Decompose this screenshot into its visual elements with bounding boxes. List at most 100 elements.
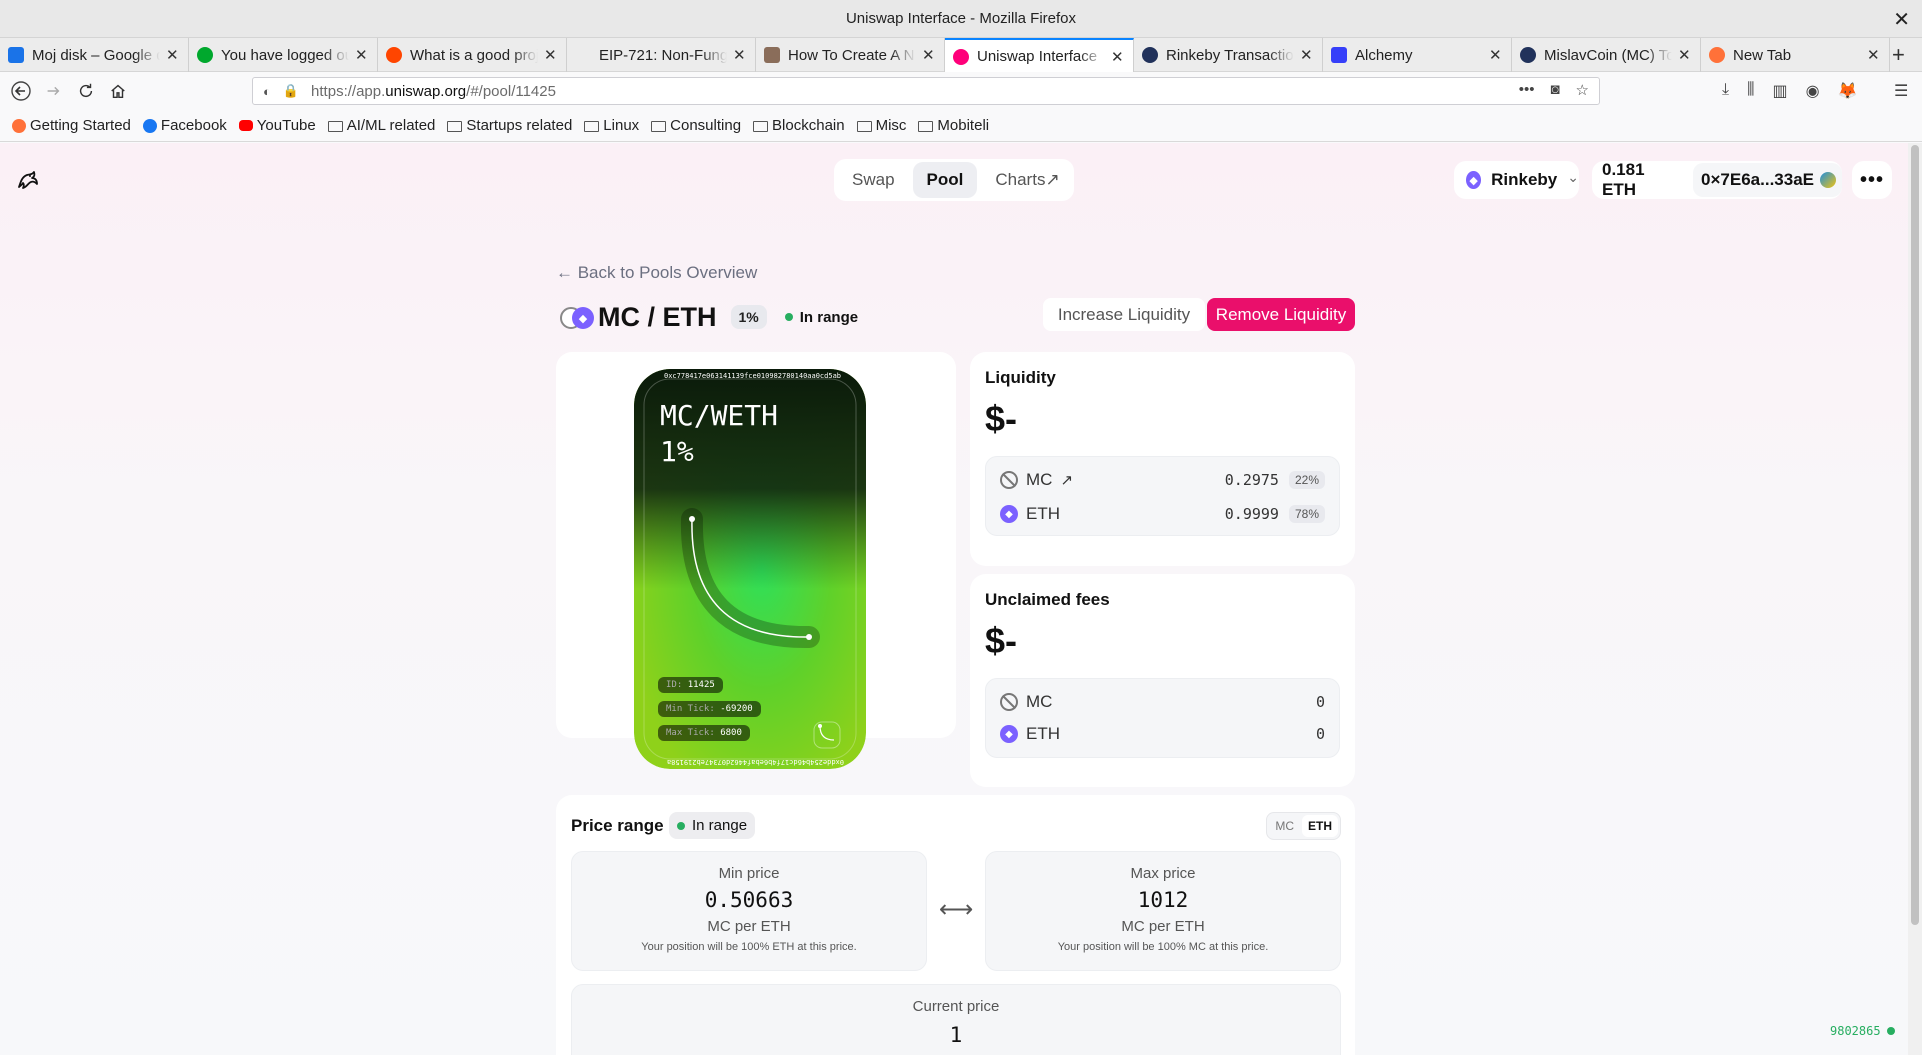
hamburger-menu-icon[interactable]: ☰ <box>1894 81 1908 101</box>
tab[interactable]: What is a good proj ✕ <box>378 38 567 72</box>
back-to-pools-link[interactable]: ← Back to Pools Overview <box>556 263 757 283</box>
tab-bar: Moj disk – Google d ✕ You have logged ou ✕… <box>0 38 1922 73</box>
nav-charts[interactable]: Charts↗ <box>981 162 1073 198</box>
tab[interactable]: Moj disk – Google d ✕ <box>0 38 189 72</box>
bookmark-facebook[interactable]: Facebook <box>142 117 227 134</box>
account-icon[interactable]: ◉ <box>1806 81 1820 101</box>
bookmark-folder-misc[interactable]: Misc <box>856 117 906 134</box>
token-amount: 0.9999 <box>1224 505 1279 523</box>
toggle-eth[interactable]: ETH <box>1302 815 1338 837</box>
tab-close-icon[interactable]: ✕ <box>1300 46 1314 64</box>
more-menu-button[interactable]: ••• <box>1852 161 1892 199</box>
tab[interactable]: Alchemy ✕ <box>1323 38 1512 72</box>
bookmark-folder-linux[interactable]: Linux <box>584 117 639 134</box>
tab[interactable]: You have logged ou ✕ <box>189 38 378 72</box>
tab-active[interactable]: Uniswap Interface ✕ <box>945 38 1134 73</box>
fees-title: Unclaimed fees <box>985 590 1110 609</box>
position-nft-image[interactable]: 0xc778417e063141139fce010982780140aa0cd5… <box>634 369 866 769</box>
tab-close-icon[interactable]: ✕ <box>1867 46 1881 64</box>
tab-close-icon[interactable]: ✕ <box>922 46 936 64</box>
max-price-note: Your position will be 100% MC at this pr… <box>1057 941 1269 953</box>
wallet-account[interactable]: 0.181 ETH 0×7E6a...33aE <box>1592 160 1842 199</box>
back-arrow-icon[interactable] <box>8 78 34 104</box>
youtube-icon <box>238 120 253 131</box>
liquidity-row-eth: ◆ ETH 0.9999 78% <box>1000 502 1325 526</box>
nav-pool[interactable]: Pool <box>912 162 978 198</box>
tab-close-icon[interactable]: ✕ <box>1111 48 1125 66</box>
tab[interactable]: EIP-721: Non-Fungib ✕ <box>567 38 756 72</box>
tab[interactable]: How To Create A N ✕ <box>756 38 945 72</box>
new-tab-button[interactable]: + <box>1892 42 1905 68</box>
downloads-icon[interactable]: ⤓ <box>1722 81 1729 101</box>
external-link-icon[interactable]: ↗ <box>1060 471 1073 489</box>
tracking-shield-icon[interactable]: ◐ <box>263 84 271 99</box>
metamask-fox-icon[interactable]: 🦊 <box>1838 81 1858 101</box>
bookmark-folder-ai-ml[interactable]: AI/ML related <box>327 117 435 134</box>
current-price-value: 1 <box>949 1023 963 1047</box>
nft-min-tick-pill: Min Tick: -69200 <box>658 701 761 717</box>
window-title: Uniswap Interface - Mozilla Firefox <box>845 10 1077 27</box>
toggle-mc[interactable]: MC <box>1269 815 1300 837</box>
tab-close-icon[interactable]: ✕ <box>355 46 369 64</box>
network-selector[interactable]: ◆ Rinkeby ⌄ <box>1454 161 1579 199</box>
lock-icon[interactable]: 🔒 <box>283 83 299 99</box>
tab[interactable]: New Tab ✕ <box>1701 38 1890 72</box>
fees-row-eth: ◆ ETH 0 <box>1000 722 1325 746</box>
scrollbar-thumb[interactable] <box>1911 145 1919 925</box>
home-icon[interactable] <box>105 78 131 104</box>
window-close-icon[interactable]: ✕ <box>1893 7 1910 32</box>
sidebar-icon[interactable]: ▥ <box>1772 81 1787 101</box>
ethereum-icon: ◆ <box>1466 171 1482 189</box>
nav-swap[interactable]: Swap <box>838 162 909 198</box>
article-thumbnail-icon <box>764 47 780 63</box>
reload-icon[interactable] <box>73 78 99 104</box>
min-price-note: Your position will be 100% ETH at this p… <box>641 941 857 953</box>
tab-close-icon[interactable]: ✕ <box>544 46 558 64</box>
tab-label: Alchemy <box>1355 46 1413 64</box>
pocket-icon[interactable]: ◙ <box>1550 81 1559 99</box>
eth-token-icon: ◆ <box>1000 725 1018 743</box>
tab-close-icon[interactable]: ✕ <box>733 46 747 64</box>
uniswap-unicorn-logo-icon[interactable] <box>14 165 42 200</box>
eth-token-icon: ◆ <box>1000 505 1018 523</box>
tab-close-icon[interactable]: ✕ <box>166 46 180 64</box>
tab-close-icon[interactable]: ✕ <box>1489 46 1503 64</box>
forward-arrow-icon[interactable] <box>40 78 66 104</box>
evernote-icon <box>197 47 213 63</box>
tab[interactable]: Rinkeby Transaction ✕ <box>1134 38 1323 72</box>
unclaimed-fees-card: Unclaimed fees $- MC 0 ◆ ETH 0 <box>970 574 1355 787</box>
bookmark-youtube[interactable]: YouTube <box>238 117 316 134</box>
price-unit-toggle: MC ETH <box>1266 812 1341 840</box>
token-amount: 0.2975 <box>1224 471 1279 489</box>
tab-label: EIP-721: Non-Fungib <box>599 46 727 64</box>
pair-name: MC / ETH <box>598 301 717 332</box>
tab-close-icon[interactable]: ✕ <box>1678 46 1692 64</box>
etherscan-icon <box>1520 47 1536 63</box>
fee-amount: 0 <box>1315 693 1325 711</box>
tab-label: You have logged ou <box>221 46 349 64</box>
bookmark-folder-mobiteli[interactable]: Mobiteli <box>918 117 989 134</box>
folder-icon <box>327 121 343 132</box>
nav-toolbar: ◐ 🔒 https://app.uniswap.org/#/pool/11425… <box>0 72 1922 110</box>
bookmark-folder-consulting[interactable]: Consulting <box>651 117 741 134</box>
page-actions-icon[interactable]: ••• <box>1519 81 1535 99</box>
remove-liquidity-button[interactable]: Remove Liquidity <box>1207 298 1355 331</box>
double-arrow-icon: ⟷ <box>939 896 974 923</box>
url-text[interactable]: https://app.uniswap.org/#/pool/11425 <box>311 83 556 100</box>
wallet-address-button[interactable]: 0×7E6a...33aE <box>1693 163 1842 197</box>
status-dot <box>784 313 793 321</box>
library-icon[interactable]: ⫼ <box>1747 81 1754 101</box>
range-status-badge: In range <box>669 812 756 839</box>
tab[interactable]: MislavCoin (MC) To ✕ <box>1512 38 1701 72</box>
bookmark-folder-startups[interactable]: Startups related <box>447 117 572 134</box>
uniswap-page: Swap Pool Charts↗ ◆ Rinkeby ⌄ 0.181 ETH … <box>0 143 1908 1055</box>
url-bar[interactable]: ◐ 🔒 https://app.uniswap.org/#/pool/11425… <box>252 77 1600 105</box>
sync-status-dot <box>1886 1027 1895 1035</box>
page-scrollbar[interactable] <box>1908 143 1922 1055</box>
block-number-indicator[interactable]: 9802865 <box>1830 1024 1895 1038</box>
folder-icon <box>856 121 872 132</box>
bookmark-star-icon[interactable]: ☆ <box>1576 81 1589 99</box>
bookmark-getting-started[interactable]: Getting Started <box>12 117 131 134</box>
increase-liquidity-button[interactable]: Increase Liquidity <box>1043 298 1205 331</box>
bookmark-folder-blockchain[interactable]: Blockchain <box>753 117 845 134</box>
